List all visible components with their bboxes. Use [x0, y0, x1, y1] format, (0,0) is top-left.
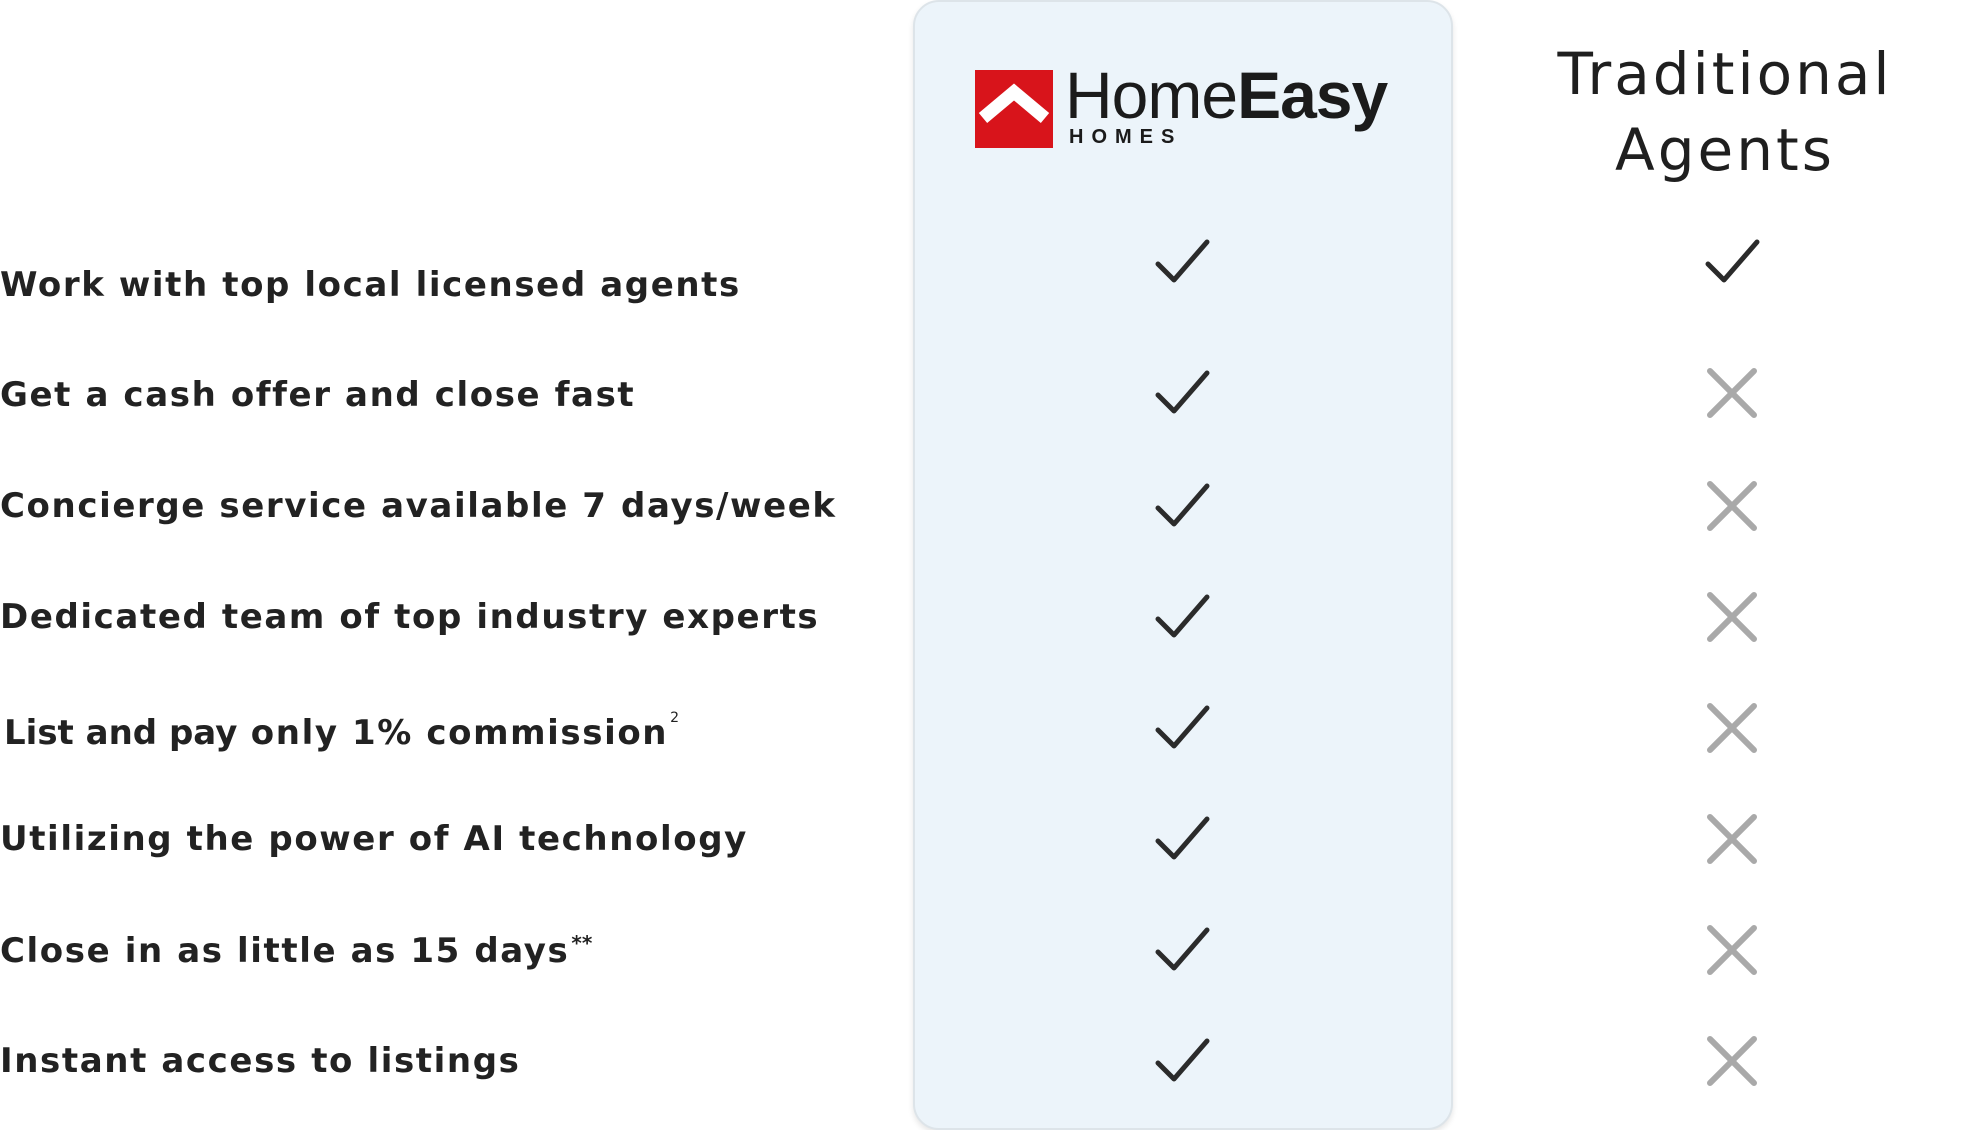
- x-icon: [1700, 585, 1764, 649]
- feature-text: Utilizing the power of AI technology: [0, 819, 748, 859]
- feature-text: Get a cash offer and close fast: [0, 375, 636, 415]
- logo-wordmark: HomeEasy: [1065, 62, 1388, 128]
- footnote-marker: 2: [670, 710, 680, 726]
- x-icon: [1700, 918, 1764, 982]
- feature-text: Concierge service available 7 days/week: [0, 486, 837, 526]
- feature-text-lead: List and pay: [4, 713, 238, 753]
- x-icon: [1700, 696, 1764, 760]
- feature-label-listings: Instant access to listings: [0, 1044, 521, 1078]
- feature-label-close-15-days: Close in as little as 15 days **: [0, 933, 592, 968]
- feature-text: Close in as little as 15 days: [0, 931, 570, 971]
- house-roof-icon: [975, 70, 1053, 148]
- heading-line-2: Agents: [1615, 116, 1835, 184]
- check-icon: [1150, 230, 1214, 294]
- feature-list: Work with top local licensed agents Get …: [0, 0, 900, 1130]
- feature-label-ai: Utilizing the power of AI technology: [0, 822, 748, 856]
- check-icon: [1150, 585, 1214, 649]
- heading-line-1: Traditional: [1557, 40, 1893, 108]
- x-icon: [1700, 474, 1764, 538]
- feature-text: Dedicated team of top industry experts: [0, 597, 820, 637]
- check-icon: [1150, 696, 1214, 760]
- x-icon: [1700, 807, 1764, 871]
- feature-label-cash-offer: Get a cash offer and close fast: [0, 378, 635, 412]
- feature-text: Work with top local licensed agents: [0, 265, 741, 305]
- logo-subtitle: HOMES: [1069, 126, 1183, 148]
- check-icon: [1150, 918, 1214, 982]
- x-icon: [1700, 361, 1764, 425]
- check-icon: [1150, 361, 1214, 425]
- check-icon: [1700, 230, 1764, 294]
- feature-text: only 1% commission: [237, 713, 669, 753]
- feature-label-concierge: Concierge service available 7 days/week: [0, 489, 837, 523]
- traditional-agents-heading: Traditional Agents: [1530, 36, 1920, 188]
- feature-label-local-agents: Work with top local licensed agents: [0, 268, 741, 302]
- feature-text: Instant access to listings: [0, 1041, 521, 1081]
- feature-label-dedicated-team: Dedicated team of top industry experts: [0, 600, 819, 634]
- x-icon: [1700, 1029, 1764, 1093]
- check-icon: [1150, 807, 1214, 871]
- footnote-marker: **: [571, 931, 593, 955]
- logo-word-easy: Easy: [1237, 58, 1388, 132]
- logo-word-home: Home: [1065, 58, 1238, 132]
- homeeasy-logo: HomeEasy HOMES: [975, 62, 1415, 150]
- feature-label-commission: List and pay only 1% commission 2: [0, 711, 679, 750]
- check-icon: [1150, 1029, 1214, 1093]
- check-icon: [1150, 474, 1214, 538]
